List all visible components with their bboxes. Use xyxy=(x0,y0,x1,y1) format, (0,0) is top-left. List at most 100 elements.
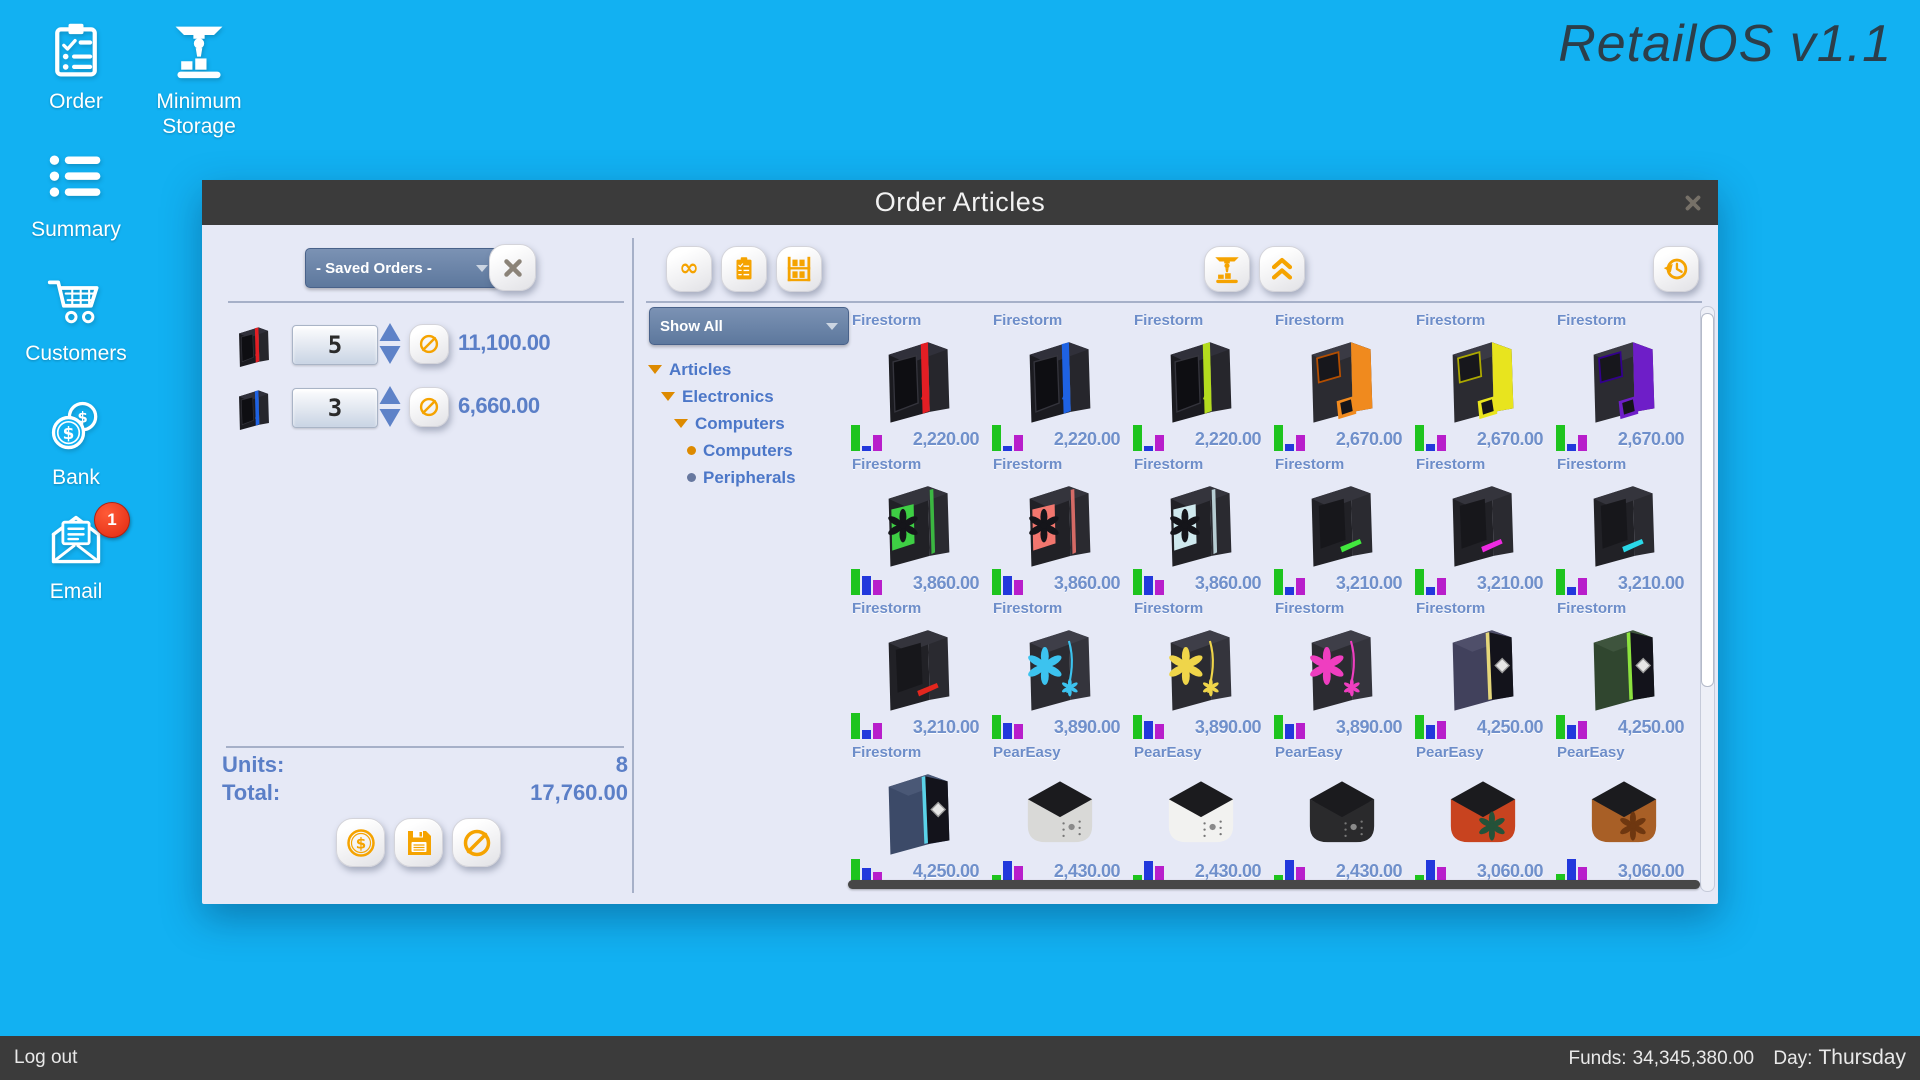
product-name: Firestorm xyxy=(1134,600,1204,617)
quantity-input[interactable] xyxy=(292,325,378,365)
stock-bars-icon xyxy=(991,422,1027,452)
product-price: 2,670.00 xyxy=(1617,429,1685,449)
product-image xyxy=(1130,329,1271,426)
catalog-toolbar-far xyxy=(1653,246,1699,292)
remove-row-button[interactable] xyxy=(409,324,449,364)
sidebar-item-order[interactable]: Order xyxy=(28,20,124,114)
cancel-slash-icon xyxy=(418,396,440,418)
history-button[interactable] xyxy=(1653,246,1699,292)
product-tile[interactable]: PearEasy 3,060.00 xyxy=(1553,744,1694,888)
total-label: Total: xyxy=(222,780,281,805)
product-tile[interactable]: Firestorm 2,220.00 xyxy=(1130,312,1271,456)
product-image xyxy=(1271,329,1412,426)
history-icon xyxy=(1661,254,1691,284)
product-name: Firestorm xyxy=(1416,312,1486,329)
product-image xyxy=(1130,761,1271,858)
cancel-slash-button[interactable] xyxy=(452,818,501,867)
product-price: 3,890.00 xyxy=(1053,717,1121,737)
remove-row-button[interactable] xyxy=(409,387,449,427)
funds-day-info: Funds: 34,345,380.00 Day: Thursday xyxy=(1562,1046,1906,1070)
product-tile[interactable]: Firestorm 3,860.00 xyxy=(1130,456,1271,600)
product-tile[interactable]: Firestorm 3,890.00 xyxy=(989,600,1130,744)
quantity-spinner[interactable] xyxy=(379,385,401,429)
tree-item-articles[interactable]: Articles xyxy=(648,356,838,383)
product-name: Firestorm xyxy=(993,456,1063,473)
tree-item-computers[interactable]: Computers xyxy=(648,410,838,437)
category-filter-dropdown[interactable]: Show All xyxy=(649,307,849,345)
storage-machine-button[interactable] xyxy=(1204,246,1250,292)
tile-footer: 3,890.00 xyxy=(989,714,1130,740)
save-floppy-button[interactable] xyxy=(394,818,443,867)
tile-footer: 3,890.00 xyxy=(1271,714,1412,740)
product-name: Firestorm xyxy=(1557,312,1627,329)
product-tile[interactable]: PearEasy 2,430.00 xyxy=(1130,744,1271,888)
product-name: Firestorm xyxy=(1557,600,1627,617)
tree-item-label: Computers xyxy=(703,440,793,460)
logout-button[interactable]: Log out xyxy=(14,1047,77,1069)
product-name: Firestorm xyxy=(1134,456,1204,473)
product-tile[interactable]: Firestorm 3,860.00 xyxy=(989,456,1130,600)
sidebar-item-email[interactable]: 1 Email xyxy=(16,502,136,604)
units-value: 8 xyxy=(615,752,628,777)
coin-dollar-button[interactable]: $ xyxy=(336,818,385,867)
product-image xyxy=(1553,617,1694,714)
chevrons-up-button[interactable] xyxy=(1259,246,1305,292)
vertical-scrollbar-thumb[interactable] xyxy=(1701,313,1714,687)
sidebar-item-customers[interactable]: Customers xyxy=(10,272,142,366)
tree-item-peripherals[interactable]: Peripherals xyxy=(648,464,838,491)
quantity-spinner[interactable] xyxy=(379,322,401,366)
product-tile[interactable]: Firestorm 2,670.00 xyxy=(1271,312,1412,456)
product-tile[interactable]: Firestorm 3,210.00 xyxy=(1553,456,1694,600)
product-image xyxy=(848,617,989,714)
product-tile[interactable]: Firestorm 4,250.00 xyxy=(848,744,989,888)
tree-item-electronics[interactable]: Electronics xyxy=(648,383,838,410)
product-tile[interactable]: Firestorm 3,210.00 xyxy=(1271,456,1412,600)
summary-list-icon xyxy=(16,148,136,213)
tree-item-label: Electronics xyxy=(682,386,774,406)
product-tile[interactable]: Firestorm 4,250.00 xyxy=(1412,600,1553,744)
shelf-button[interactable] xyxy=(776,246,822,292)
product-name: Firestorm xyxy=(993,600,1063,617)
product-name: Firestorm xyxy=(1275,456,1345,473)
tile-footer: 2,670.00 xyxy=(1412,425,1553,452)
svg-text:$: $ xyxy=(63,423,75,443)
tile-footer: 3,210.00 xyxy=(1271,569,1412,596)
tree-item-computers[interactable]: Computers xyxy=(648,437,838,464)
product-tile[interactable]: Firestorm 2,670.00 xyxy=(1553,312,1694,456)
product-tile[interactable]: Firestorm 3,210.00 xyxy=(848,600,989,744)
product-name: Firestorm xyxy=(1275,600,1345,617)
sidebar-item-bank[interactable]: $ $ Bank xyxy=(22,396,130,490)
sidebar-item-summary[interactable]: Summary xyxy=(16,148,136,242)
product-tile[interactable]: Firestorm 4,250.00 xyxy=(1553,600,1694,744)
sidebar-item-minimum-storage[interactable]: Minimum Storage xyxy=(134,20,264,139)
product-tile[interactable]: PearEasy 2,430.00 xyxy=(1271,744,1412,888)
product-tile[interactable]: Firestorm 3,210.00 xyxy=(1412,456,1553,600)
product-tile[interactable]: Firestorm 2,670.00 xyxy=(1412,312,1553,456)
tree-bullet-icon xyxy=(687,473,696,482)
product-image xyxy=(989,329,1130,426)
shelf-icon xyxy=(784,254,814,284)
clipboard-list-button[interactable] xyxy=(721,246,767,292)
quantity-input[interactable] xyxy=(292,388,378,428)
infinity-button[interactable]: ∞ xyxy=(666,246,712,292)
notification-badge: 1 xyxy=(94,502,130,538)
product-tile[interactable]: Firestorm 3,890.00 xyxy=(1130,600,1271,744)
product-tile[interactable]: Firestorm 3,860.00 xyxy=(848,456,989,600)
product-price: 4,250.00 xyxy=(1617,717,1685,737)
product-tile[interactable]: Firestorm 2,220.00 xyxy=(989,312,1130,456)
clear-order-button[interactable] xyxy=(489,244,536,291)
horizontal-scrollbar-thumb[interactable] xyxy=(848,880,1700,889)
dialog-close-button[interactable] xyxy=(1682,180,1704,225)
product-name: PearEasy xyxy=(1134,744,1202,761)
product-tile[interactable]: PearEasy 3,060.00 xyxy=(1412,744,1553,888)
product-tile[interactable]: PearEasy 2,430.00 xyxy=(989,744,1130,888)
product-tile[interactable]: Firestorm 2,220.00 xyxy=(848,312,989,456)
total-value: 17,760.00 xyxy=(530,780,628,805)
cancel-slash-icon xyxy=(418,333,440,355)
saved-orders-dropdown[interactable]: - Saved Orders - xyxy=(305,248,499,288)
product-price: 2,220.00 xyxy=(1194,429,1262,449)
product-tile[interactable]: Firestorm 3,890.00 xyxy=(1271,600,1412,744)
product-image xyxy=(1271,761,1412,858)
storage-machine-icon xyxy=(134,20,264,85)
tile-footer: 3,860.00 xyxy=(989,569,1130,596)
